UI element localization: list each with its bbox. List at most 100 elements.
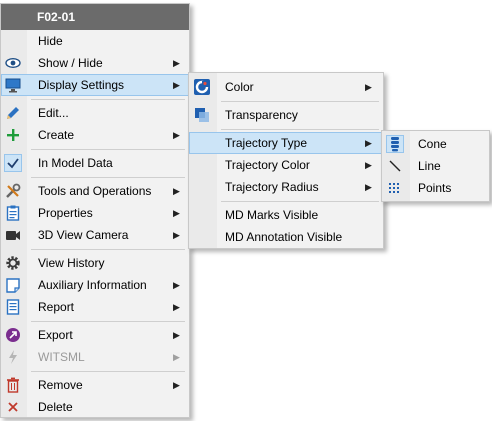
color-palette-icon [193,78,211,96]
menu-item-label: Delete [38,400,73,414]
menu-item-label: Report [38,300,75,314]
submenu-arrow-icon: ▶ [173,80,180,90]
menu-item-label: Display Settings [38,78,125,92]
menu-item-trajectory-type[interactable]: Trajectory Type ▶ [189,132,383,154]
menu-item-label: Color [225,80,254,94]
menu-item-color[interactable]: Color ▶ [189,76,383,98]
menu-separator [31,99,185,100]
menu-separator [221,129,379,130]
menu-item-label: In Model Data [38,156,113,170]
menu-item-in-model-data[interactable]: In Model Data [1,152,189,174]
menu-item-display-settings[interactable]: Display Settings ▶ [1,74,189,96]
tools-icon [4,182,22,200]
menu-item-label: Create [38,128,75,142]
line-icon [386,157,404,175]
menu-separator [221,201,379,202]
submenu-arrow-icon: ▶ [173,230,180,240]
menu-item-hide[interactable]: Hide [1,30,189,52]
menu-item-3d-view-camera[interactable]: 3D View Camera ▶ [1,224,189,246]
menu-item-label: Points [418,181,452,195]
menu-item-label: Hide [38,34,63,48]
monitor-icon [4,76,22,94]
menu-item-md-marks-visible[interactable]: MD Marks Visible [189,204,383,226]
menu-item-label: 3D View Camera [38,228,129,242]
menu-item-label: Trajectory Radius [225,180,319,194]
menu-item-edit[interactable]: Edit... [1,102,189,124]
menu-item-label: Line [418,159,441,173]
lightning-icon [4,348,22,366]
display-settings-submenu: Color ▶ Transparency Trajectory Type ▶ T… [188,72,384,249]
menu-item-trajectory-radius[interactable]: Trajectory Radius ▶ [189,176,383,198]
note-icon [4,276,22,294]
trajectory-type-submenu: Cone Line Points [381,130,490,202]
submenu-arrow-icon: ▶ [173,380,180,390]
menu-item-md-annotation-visible[interactable]: MD Annotation Visible [189,226,383,248]
menu-item-label: Trajectory Color [225,158,310,172]
menu-item-label: MD Marks Visible [225,208,319,222]
menu-item-export[interactable]: Export ▶ [1,324,189,346]
menu-item-label: Trajectory Type [225,136,308,150]
menu-item-label: MD Annotation Visible [225,230,343,244]
menu-item-label: Cone [418,137,447,151]
submenu-arrow-icon: ▶ [365,138,372,148]
x-icon [4,398,22,416]
menu-item-view-history[interactable]: View History [1,252,189,274]
menu-item-report[interactable]: Report ▶ [1,296,189,318]
eye-icon [4,54,22,72]
submenu-arrow-icon: ▶ [173,186,180,196]
menu-item-show-hide[interactable]: Show / Hide ▶ [1,52,189,74]
submenu-arrow-icon: ▶ [365,160,372,170]
menu-item-label: WITSML [38,350,85,364]
menu-title: F02-01 [1,4,189,30]
menu-separator [31,371,185,372]
clipboard-icon [4,204,22,222]
submenu-arrow-icon: ▶ [365,82,372,92]
plus-icon [4,126,22,144]
cone-icon [386,135,404,153]
points-icon [386,179,404,197]
menu-item-label: Transparency [225,108,298,122]
menu-separator [31,321,185,322]
submenu-arrow-icon: ▶ [173,208,180,218]
main-context-menu: F02-01 Hide Show / Hide ▶ Display Settin… [0,3,190,418]
menu-item-label: Remove [38,378,83,392]
menu-item-label: Properties [38,206,93,220]
menu-item-transparency[interactable]: Transparency [189,104,383,126]
submenu-arrow-icon: ▶ [365,182,372,192]
submenu-arrow-icon: ▶ [173,130,180,140]
menu-item-label: Export [38,328,73,342]
pencil-icon [4,104,22,122]
submenu-arrow-icon: ▶ [173,280,180,290]
submenu-arrow-icon: ▶ [173,302,180,312]
menu-item-auxiliary-information[interactable]: Auxiliary Information ▶ [1,274,189,296]
menu-item-create[interactable]: Create ▶ [1,124,189,146]
menu-item-label: Auxiliary Information [38,278,147,292]
submenu-arrow-icon: ▶ [173,330,180,340]
menu-item-label: Show / Hide [38,56,103,70]
menu-item-label: Tools and Operations [38,184,152,198]
menu-item-cone[interactable]: Cone [382,133,489,155]
submenu-arrow-icon: ▶ [173,352,180,362]
menu-item-line[interactable]: Line [382,155,489,177]
menu-item-properties[interactable]: Properties ▶ [1,202,189,224]
transparency-icon [193,106,211,124]
trash-icon [4,376,22,394]
menu-separator [221,101,379,102]
menu-item-points[interactable]: Points [382,177,489,199]
menu-item-label: View History [38,256,105,270]
menu-item-remove[interactable]: Remove ▶ [1,374,189,396]
menu-item-delete[interactable]: Delete [1,396,189,418]
menu-item-label: Edit... [38,106,69,120]
menu-item-trajectory-color[interactable]: Trajectory Color ▶ [189,154,383,176]
report-icon [4,298,22,316]
export-icon [4,326,22,344]
menu-item-witsml[interactable]: WITSML ▶ [1,346,189,368]
checkmark-icon [4,154,22,172]
gear-icon [4,254,22,272]
menu-separator [31,249,185,250]
menu-separator [31,149,185,150]
menu-separator [31,177,185,178]
camera-icon [4,226,22,244]
menu-item-tools-and-operations[interactable]: Tools and Operations ▶ [1,180,189,202]
submenu-arrow-icon: ▶ [173,58,180,68]
